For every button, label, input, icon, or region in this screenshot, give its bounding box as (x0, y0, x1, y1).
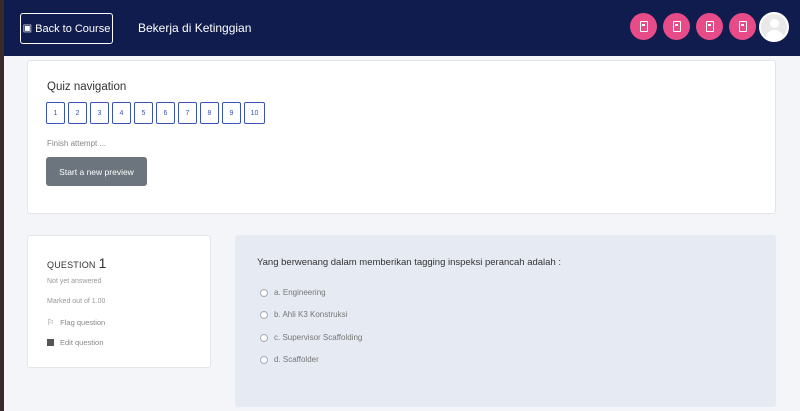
radio-button[interactable] (260, 288, 268, 297)
answer-option-a[interactable]: a. Engineering (260, 288, 326, 297)
app-frame: ▣ Back to Course Bekerja di Ketinggian Q… (4, 0, 800, 411)
page-icon (738, 21, 747, 32)
answer-option-label: d. Scaffolder (274, 355, 319, 364)
question-heading: QUESTION 1 (47, 255, 107, 271)
question-info-card: QUESTION 1 Not yet answered Marked out of… (27, 235, 211, 368)
answer-option-label: b. Ahli K3 Konstruksi (274, 310, 348, 319)
question-nav-button[interactable]: 10 (244, 102, 265, 124)
question-number-list: 1 2 3 4 5 6 7 8 9 10 (46, 102, 265, 124)
page-icon-button-4[interactable] (729, 13, 756, 40)
question-label: QUESTION (47, 260, 96, 270)
radio-button[interactable] (260, 310, 268, 319)
answer-option-d[interactable]: d. Scaffolder (260, 355, 319, 364)
start-new-preview-button[interactable]: Start a new preview (46, 157, 147, 186)
question-nav-button[interactable]: 3 (90, 102, 109, 124)
question-nav-button[interactable]: 8 (200, 102, 219, 124)
page-icon-button-1[interactable] (630, 13, 657, 40)
question-nav-button[interactable]: 5 (134, 102, 153, 124)
quiz-navigation-title: Quiz navigation (47, 81, 127, 93)
answer-option-label: a. Engineering (274, 288, 326, 297)
question-nav-button[interactable]: 6 (156, 102, 175, 124)
answer-option-b[interactable]: b. Ahli K3 Konstruksi (260, 310, 347, 319)
back-to-course-button[interactable]: ▣ Back to Course (20, 13, 113, 44)
question-nav-button[interactable]: 2 (68, 102, 87, 124)
flag-question-label: Flag question (60, 318, 106, 327)
back-icon: ▣ (22, 23, 33, 34)
radio-button[interactable] (260, 333, 268, 342)
question-nav-button[interactable]: 1 (46, 102, 65, 124)
avatar-head-icon (770, 19, 779, 28)
question-nav-button[interactable]: 9 (222, 102, 241, 124)
edit-question-label: Edit question (60, 338, 104, 347)
quiz-navigation-card: Quiz navigation 1 2 3 4 5 6 7 8 9 10 Fin… (27, 60, 776, 214)
question-nav-button[interactable]: 7 (178, 102, 197, 124)
finish-attempt-link[interactable]: Finish attempt ... (47, 139, 106, 148)
page-icon-button-2[interactable] (663, 13, 690, 40)
question-nav-button[interactable]: 4 (112, 102, 131, 124)
question-status: Not yet answered (47, 278, 102, 285)
page-icon (705, 21, 714, 32)
answer-option-label: c. Supervisor Scaffolding (274, 333, 363, 342)
question-number: 1 (98, 255, 107, 271)
page-icon-button-3[interactable] (696, 13, 723, 40)
edit-question-link[interactable]: Edit question (47, 338, 103, 347)
user-avatar[interactable] (759, 12, 789, 42)
question-text: Yang berwenang dalam memberikan tagging … (257, 257, 562, 268)
avatar-shoulders-icon (765, 30, 784, 40)
back-to-course-label: Back to Course (35, 22, 111, 35)
top-navbar: ▣ Back to Course Bekerja di Ketinggian (4, 0, 800, 56)
page-icon (639, 21, 648, 32)
page-icon (672, 21, 681, 32)
flag-question-link[interactable]: ⚐ Flag question (47, 318, 105, 327)
question-marks: Marked out of 1.00 (47, 298, 106, 305)
question-content-card: Yang berwenang dalam memberikan tagging … (235, 235, 776, 407)
flag-icon: ⚐ (47, 318, 55, 327)
radio-button[interactable] (260, 355, 268, 364)
edit-icon (47, 339, 54, 346)
header-icon-group (630, 13, 756, 40)
course-title: Bekerja di Ketinggian (138, 21, 252, 35)
answer-option-c[interactable]: c. Supervisor Scaffolding (260, 333, 362, 342)
